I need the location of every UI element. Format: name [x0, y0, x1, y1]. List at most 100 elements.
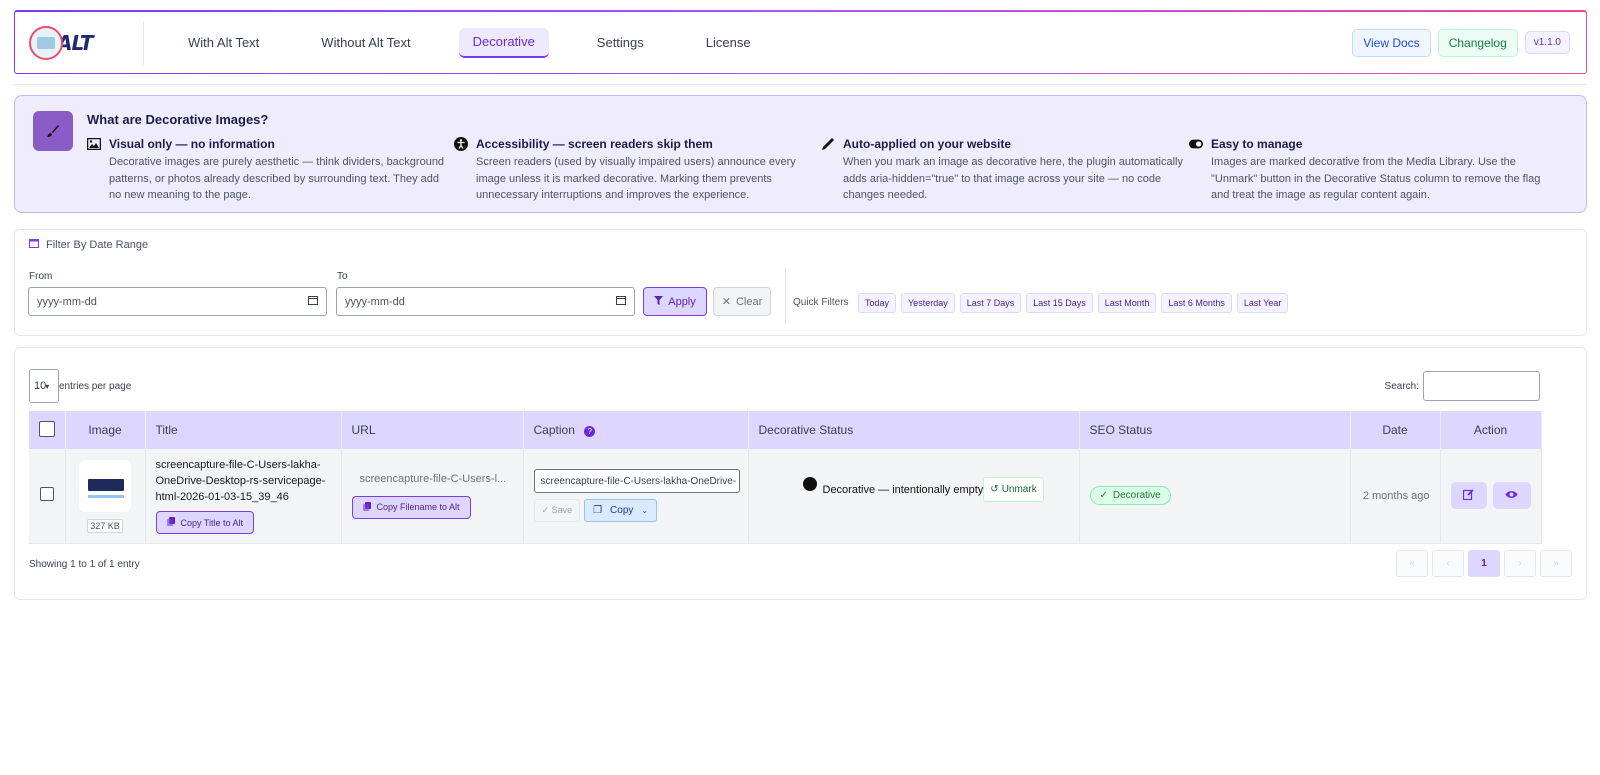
- copy-icon: [166, 517, 175, 528]
- calendar-icon: [29, 238, 39, 251]
- image-url[interactable]: screencapture-file-C-Users-l...: [360, 473, 513, 485]
- copy-caption-dropdown[interactable]: ❐ Copy ⌄: [584, 499, 658, 523]
- to-date-placeholder: yyyy-mm-dd: [345, 295, 405, 308]
- save-label: Save: [551, 505, 573, 516]
- unmark-label: Unmark: [1001, 484, 1037, 496]
- save-caption-button[interactable]: ✓ Save: [533, 499, 581, 523]
- quick-filter-today[interactable]: Today: [858, 293, 897, 313]
- filter-title: Filter By Date Range: [29, 238, 148, 251]
- last-page-button[interactable]: »: [1540, 550, 1572, 577]
- header-separator: [14, 84, 1587, 85]
- copy-title-label: Copy Title to Alt: [180, 517, 244, 528]
- col-date[interactable]: Date: [1350, 411, 1441, 449]
- decorative-status-icon: [802, 476, 817, 491]
- check-icon: ✓: [541, 505, 550, 516]
- image-title: screencapture-file-C-Users-lakha-OneDriv…: [155, 459, 326, 504]
- col-action: Action: [1440, 411, 1542, 449]
- quick-filter-last-7-days[interactable]: Last 7 Days: [959, 293, 1022, 313]
- col-url[interactable]: URL: [341, 411, 524, 449]
- table-info: Showing 1 to 1 of 1 entry: [29, 559, 140, 570]
- seo-status-text: Decorative: [1112, 490, 1161, 502]
- view-button[interactable]: [1492, 482, 1531, 510]
- edit-button[interactable]: [1450, 482, 1487, 510]
- quick-filter-yesterday[interactable]: Yesterday: [901, 293, 955, 313]
- tab-with-alt-text[interactable]: With Alt Text: [174, 28, 273, 58]
- close-icon: ✕: [721, 296, 731, 308]
- first-page-button[interactable]: «: [1396, 550, 1428, 577]
- tab-license[interactable]: License: [692, 28, 765, 58]
- copy-title-to-alt-button[interactable]: Copy Title to Alt: [155, 511, 255, 535]
- eye-icon: [1505, 490, 1518, 502]
- entries-per-page: 10 ▾ entries per page: [29, 369, 131, 403]
- toggle-icon: [1189, 137, 1203, 151]
- col-caption[interactable]: Caption ?: [523, 411, 749, 449]
- quick-filters: Today Yesterday Last 7 Days Last 15 Days…: [858, 293, 1289, 313]
- undo-icon: ↺: [990, 484, 999, 496]
- apply-filter-button[interactable]: Apply: [643, 287, 707, 316]
- tab-without-alt-text[interactable]: Without Alt Text: [307, 28, 424, 58]
- quick-filter-last-year[interactable]: Last Year: [1236, 293, 1289, 313]
- paintbrush-icon: [33, 111, 73, 151]
- search-label: Search:: [1384, 380, 1419, 392]
- edit-icon: [1462, 489, 1474, 503]
- info-body: Screen readers (used by visually impaire…: [476, 156, 796, 201]
- chevron-down-icon: ⌄: [641, 506, 649, 516]
- col-image[interactable]: Image: [65, 411, 146, 449]
- col-title[interactable]: Title: [145, 411, 342, 449]
- filter-separator: [785, 268, 786, 324]
- tab-decorative[interactable]: Decorative: [458, 27, 549, 58]
- copy-filename-to-alt-button[interactable]: Copy Filename to Alt: [351, 495, 471, 519]
- info-body: Decorative images are purely aesthetic —…: [109, 156, 445, 201]
- filter-title-text: Filter By Date Range: [46, 238, 149, 251]
- info-body: When you mark an image as decorative her…: [843, 156, 1183, 201]
- calendar-icon[interactable]: [616, 295, 626, 308]
- select-all-checkbox[interactable]: [39, 420, 55, 437]
- quick-filter-last-month[interactable]: Last Month: [1097, 293, 1157, 313]
- decorative-status-text: Decorative — intentionally empty: [822, 483, 984, 496]
- entries-select[interactable]: 10 ▾: [29, 369, 59, 403]
- copy-label: Copy: [610, 505, 634, 517]
- row-checkbox[interactable]: [39, 487, 54, 502]
- check-icon: ✓: [1099, 490, 1108, 502]
- quick-filter-last-15-days[interactable]: Last 15 Days: [1026, 293, 1093, 313]
- logo-emblem-icon: [29, 25, 63, 60]
- next-page-button[interactable]: ›: [1504, 550, 1536, 577]
- image-thumbnail[interactable]: [78, 458, 132, 513]
- col-seo-status[interactable]: SEO Status: [1079, 411, 1351, 449]
- info-heading: Accessibility — screen readers skip them: [476, 137, 713, 151]
- copy-filename-label: Copy Filename to Alt: [376, 502, 460, 513]
- caption-input[interactable]: screencapture-file-C-Users-lakha-OneDriv…: [533, 469, 740, 494]
- tab-settings[interactable]: Settings: [583, 28, 658, 58]
- version-badge: v1.1.0: [1524, 31, 1570, 54]
- image-date: 2 months ago: [1362, 489, 1430, 502]
- from-label: From: [29, 271, 53, 282]
- quick-filters-label: Quick Filters: [793, 297, 849, 308]
- accessibility-icon: [454, 137, 468, 151]
- info-column-auto-applied: Auto-applied on your website When you ma…: [822, 137, 1188, 204]
- info-column-accessibility: Accessibility — screen readers skip them…: [454, 137, 821, 204]
- info-heading: Visual only — no information: [109, 137, 275, 151]
- copy-icon: [362, 501, 371, 513]
- col-caption-label: Caption: [533, 423, 575, 437]
- view-docs-button[interactable]: View Docs: [1352, 28, 1431, 57]
- unmark-button[interactable]: ↺ Unmark: [983, 477, 1044, 503]
- info-body: Images are marked decorative from the Me…: [1211, 156, 1541, 201]
- copy-icon: ❐: [593, 505, 603, 517]
- quick-filter-last-6-months[interactable]: Last 6 Months: [1161, 293, 1232, 313]
- funnel-icon: [654, 295, 664, 308]
- to-date-input[interactable]: yyyy-mm-dd: [336, 287, 635, 316]
- table-search: Search:: [1385, 371, 1540, 401]
- clear-filter-button[interactable]: ✕ Clear: [713, 287, 771, 316]
- from-date-input[interactable]: yyyy-mm-dd: [28, 287, 327, 316]
- help-icon[interactable]: ?: [584, 426, 596, 437]
- calendar-icon[interactable]: [308, 295, 318, 308]
- col-decorative-status[interactable]: Decorative Status: [748, 411, 1080, 449]
- main-tabs: With Alt Text Without Alt Text Decorativ…: [174, 27, 787, 58]
- changelog-button[interactable]: Changelog: [1437, 28, 1518, 57]
- chevron-down-icon: ▾: [45, 381, 50, 391]
- search-input[interactable]: [1423, 371, 1540, 401]
- prev-page-button[interactable]: ‹: [1432, 550, 1464, 577]
- page-1-button[interactable]: 1: [1468, 550, 1500, 577]
- images-table: Image Title URL Caption ? Decorative Sta…: [29, 411, 1542, 544]
- info-heading: Auto-applied on your website: [843, 137, 1012, 151]
